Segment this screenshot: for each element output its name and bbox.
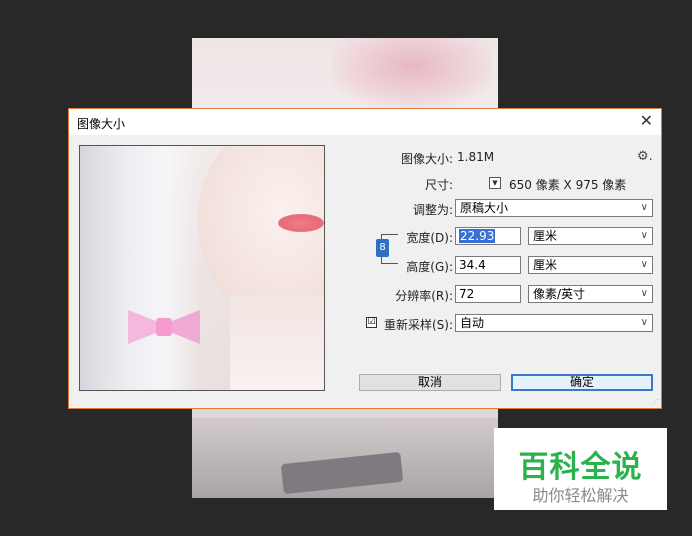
resolution-label: 分辨率(R): xyxy=(395,289,453,303)
resolution-unit-value: 像素/英寸 xyxy=(533,287,586,301)
resolution-input[interactable]: 72 xyxy=(455,285,521,303)
cancel-button[interactable]: 取消 xyxy=(359,374,501,391)
dimensions-dropdown-icon[interactable]: ▼ xyxy=(489,177,501,189)
width-unit-value: 厘米 xyxy=(533,229,558,243)
chevron-down-icon: ∨ xyxy=(640,288,648,299)
fit-to-select[interactable]: 原稿大小 ∨ xyxy=(455,199,653,217)
dialog-title: 图像大小 xyxy=(77,117,126,131)
image-preview[interactable] xyxy=(79,145,325,391)
height-input[interactable]: 34.4 xyxy=(455,256,521,274)
pink-bow xyxy=(128,306,200,348)
fit-to-value: 原稿大小 xyxy=(460,201,509,215)
watermark-title: 百科全说 xyxy=(518,450,643,485)
width-label: 宽度(D): xyxy=(406,231,453,245)
resample-select[interactable]: 自动 ∨ xyxy=(455,314,653,332)
chevron-down-icon: ∨ xyxy=(640,259,648,270)
dimensions-label: 尺寸: xyxy=(424,178,453,192)
resolution-unit-select[interactable]: 像素/英寸 ∨ xyxy=(528,285,653,303)
resample-label: 重新采样(S): xyxy=(383,318,453,332)
width-input[interactable]: 22.93 xyxy=(455,227,521,245)
image-size-label: 图像大小: xyxy=(400,152,453,166)
height-value: 34.4 xyxy=(459,258,486,272)
height-unit-value: 厘米 xyxy=(533,258,558,272)
resample-value: 自动 xyxy=(460,316,485,330)
resize-grip-icon[interactable]: ⋰ xyxy=(652,398,659,406)
width-unit-select[interactable]: 厘米 ∨ xyxy=(528,227,653,245)
resample-checkbox[interactable]: ☑ xyxy=(366,317,377,328)
resolution-value: 72 xyxy=(459,287,475,301)
chevron-down-icon: ∨ xyxy=(640,202,648,213)
watermark-subtitle: 助你轻松解决 xyxy=(532,486,629,505)
image-size-dialog: 图像大小 ✕ 图像大小: 1.81M ⚙. 尺寸: ▼ 650 像素 X 975… xyxy=(68,108,662,409)
width-value: 22.93 xyxy=(459,229,496,243)
chevron-down-icon: ∨ xyxy=(640,317,648,328)
fit-to-label: 调整为: xyxy=(412,203,453,217)
watermark-logo: 百科全说 助你轻松解决 xyxy=(494,428,667,510)
dimensions-value: 650 像素 X 975 像素 xyxy=(509,178,627,192)
ok-button[interactable]: 确定 xyxy=(511,374,653,391)
chevron-down-icon: ∨ xyxy=(640,230,648,241)
image-size-value: 1.81M xyxy=(457,150,495,164)
close-icon[interactable]: ✕ xyxy=(640,112,653,130)
height-label: 高度(G): xyxy=(406,260,453,274)
gear-icon[interactable]: ⚙. xyxy=(637,149,653,164)
height-unit-select[interactable]: 厘米 ∨ xyxy=(528,256,653,274)
dialog-titlebar: 图像大小 ✕ xyxy=(69,109,661,135)
